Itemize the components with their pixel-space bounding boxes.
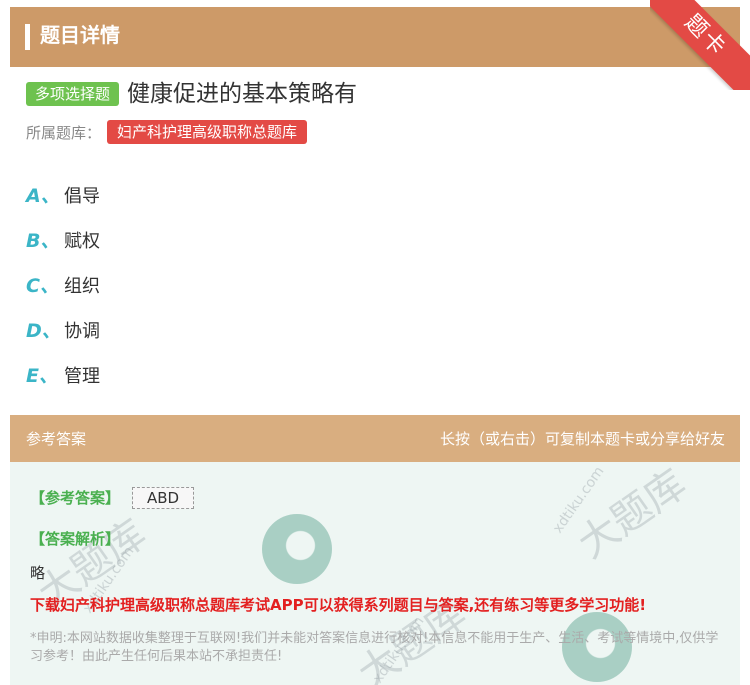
option-text: 赋权 — [64, 230, 100, 252]
corner-ribbon[interactable]: 题卡 — [650, 0, 750, 90]
options-list: A、 倡导 B、 赋权 C、 组织 D、 协调 E、 管理 — [26, 172, 100, 397]
option-text: 组织 — [64, 275, 100, 297]
option-text: 管理 — [64, 365, 100, 387]
option-b[interactable]: B、 赋权 — [26, 217, 100, 262]
option-text: 协调 — [64, 320, 100, 342]
option-d[interactable]: D、 协调 — [26, 307, 100, 352]
answer-header-bar: 参考答案 长按（或右击）可复制本题卡或分享给好友 — [10, 415, 740, 462]
watermark-logo-icon — [262, 514, 332, 584]
share-hint: 长按（或右击）可复制本题卡或分享给好友 — [439, 430, 725, 448]
option-a[interactable]: A、 倡导 — [26, 172, 100, 217]
analysis-label: 【答案解析】 — [30, 530, 121, 548]
option-letter: E、 — [26, 365, 58, 387]
question-text: 健康促进的基本策略有 — [127, 81, 358, 107]
question-bank-label: 所属题库： — [26, 123, 102, 142]
header-accent-bar — [25, 24, 30, 50]
option-text: 倡导 — [64, 185, 100, 207]
question-bank-row: 所属题库： 妇产科护理高级职称总题库 — [26, 120, 308, 144]
app-download-promo-link[interactable]: 下载妇产科护理高级职称总题库考试APP可以获得系列题目与答案,还有练习等更多学习… — [30, 594, 646, 615]
answer-label: 【参考答案】 — [30, 489, 121, 507]
disclaimer-text: *申明:本网站数据收集整理于互联网!我们并未能对答案信息进行核对!本信息不能用于… — [30, 631, 719, 664]
answer-section-title: 参考答案 — [26, 430, 87, 448]
question-bank-link[interactable]: 妇产科护理高级职称总题库 — [107, 120, 308, 144]
analysis-text: 略 — [30, 564, 46, 582]
option-letter: D、 — [26, 320, 61, 342]
answer-value: ABD — [132, 487, 195, 509]
option-letter: C、 — [26, 275, 59, 297]
option-c[interactable]: C、 组织 — [26, 262, 100, 307]
option-e[interactable]: E、 管理 — [26, 352, 100, 397]
option-letter: B、 — [26, 230, 60, 252]
ribbon-label: 题卡 — [650, 0, 750, 90]
answer-body: 大题库 大题库 大题库 xdtiku.com xdtiku.com xdtiku… — [10, 462, 740, 685]
option-letter: A、 — [26, 185, 60, 207]
question-row: 多项选择题 健康促进的基本策略有 — [26, 80, 357, 108]
page-title: 题目详情 — [40, 23, 120, 47]
question-type-badge: 多项选择题 — [26, 82, 120, 106]
